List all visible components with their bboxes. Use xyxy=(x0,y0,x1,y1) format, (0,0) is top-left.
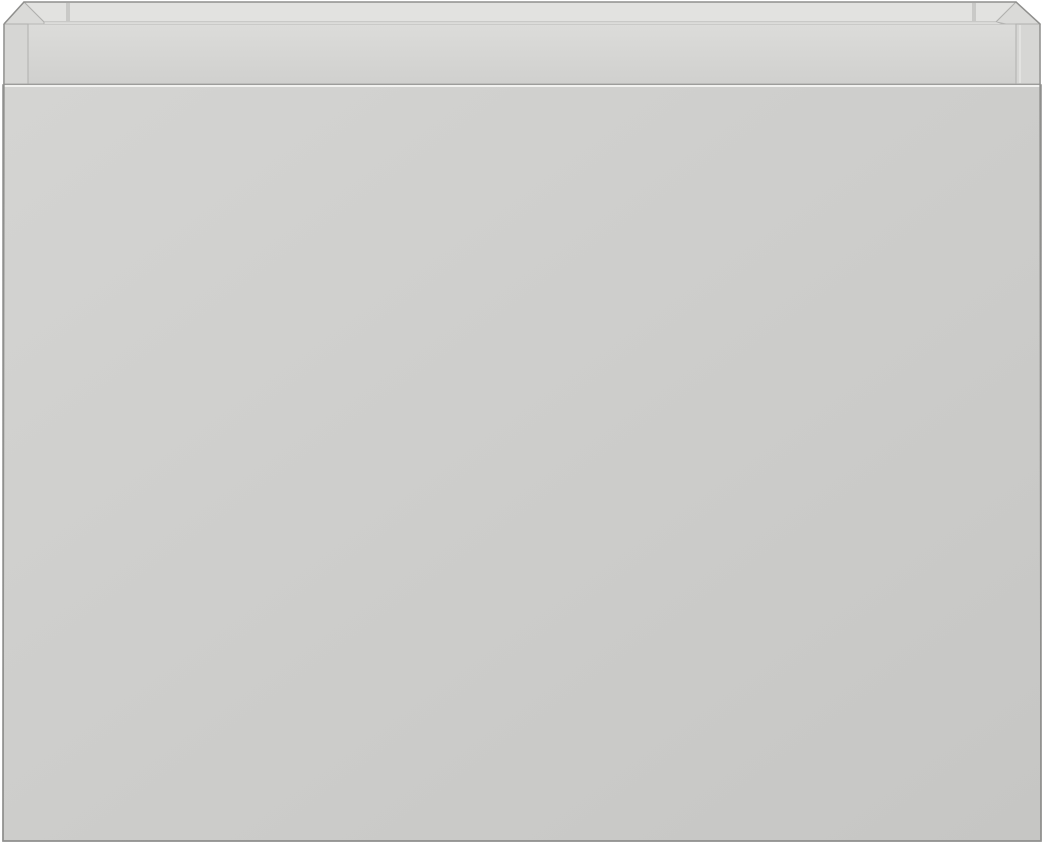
drawer-front-panel[interactable] xyxy=(2,84,1042,842)
cabinet-left-side xyxy=(3,23,29,85)
product-image xyxy=(0,0,1044,844)
cabinet-top-rail xyxy=(27,23,1017,85)
cabinet-inner-left-strip xyxy=(66,3,70,22)
cabinet-inner-right-strip xyxy=(972,3,976,22)
cabinet-rear-wall xyxy=(22,1,1018,23)
vanity-cabinet-illustration xyxy=(2,1,1042,842)
